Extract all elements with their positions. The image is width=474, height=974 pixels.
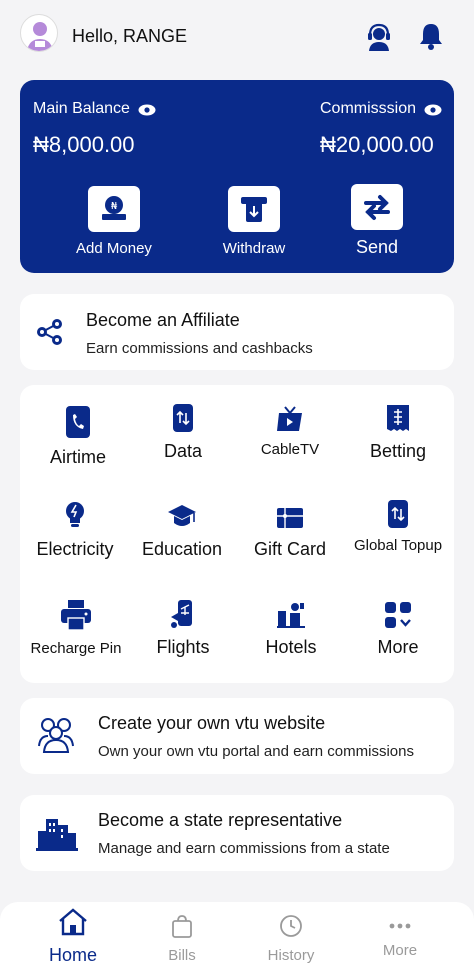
main-balance-value: ₦8,000.00 [33, 132, 135, 157]
vtu-website-title: Create your own vtu website [98, 713, 326, 733]
printer-icon [22, 597, 130, 631]
send-icon [351, 184, 403, 230]
nav-label: Home [48, 945, 97, 965]
vtu-website-card[interactable]: Create your own vtu website Own your own… [20, 698, 454, 774]
send-button[interactable]: Send [337, 184, 417, 258]
service-data[interactable]: Data [129, 401, 237, 462]
add-money-icon: ₦ [88, 186, 140, 232]
service-airtime[interactable]: Airtime [24, 403, 132, 468]
state-rep-title: Become a state representative [98, 810, 343, 830]
service-gift-card[interactable]: Gift Card [236, 499, 344, 560]
avatar[interactable] [20, 14, 58, 52]
withdraw-icon [228, 186, 280, 232]
service-recharge-pin[interactable]: Recharge Pin [22, 597, 130, 657]
service-betting[interactable]: Betting [344, 401, 452, 462]
main-balance-label: Main Balance [33, 100, 156, 118]
affiliate-title: Become an Affiliate [86, 310, 240, 330]
grid-more-icon [344, 597, 452, 629]
service-label: Gift Card [253, 539, 327, 559]
share-network-icon [36, 318, 64, 351]
service-label: Education [141, 539, 223, 559]
service-flights[interactable]: Flights [129, 597, 237, 658]
state-rep-card[interactable]: Become a state representative Manage and… [20, 795, 454, 871]
commission-value: ₦20,000.00 [320, 132, 434, 157]
support-agent-icon[interactable] [364, 22, 394, 52]
service-label: More [377, 637, 419, 657]
home-icon [23, 908, 123, 941]
service-label: Data [163, 441, 203, 461]
nav-label: Bills [168, 947, 196, 964]
nav-label: History [267, 947, 315, 964]
greeting-text: Hello, RANGE [72, 26, 188, 46]
nav-bills[interactable]: Bills [132, 914, 232, 964]
add-money-button[interactable]: ₦ Add Money [74, 186, 154, 257]
bell-icon[interactable] [416, 21, 446, 51]
betting-icon [344, 401, 452, 433]
graduation-cap-icon [128, 499, 236, 529]
services-grid: Airtime Data CableTV Betting Electricity… [20, 385, 454, 683]
withdraw-label: Withdraw [222, 240, 286, 257]
service-label: CableTV [260, 441, 320, 458]
service-education[interactable]: Education [128, 499, 236, 560]
tv-icon [236, 403, 344, 433]
nav-history[interactable]: History [241, 914, 341, 964]
dots-icon [350, 914, 450, 938]
service-label: Electricity [36, 539, 114, 559]
eye-icon[interactable] [138, 103, 156, 116]
service-label: Global Topup [353, 537, 443, 554]
phone-icon [24, 403, 132, 439]
service-label: Flights [156, 637, 210, 657]
flights-icon [129, 597, 237, 629]
users-group-icon [36, 716, 76, 759]
service-global-topup[interactable]: Global Topup [344, 497, 452, 554]
nav-label: More [382, 942, 418, 959]
svg-text:₦: ₦ [111, 201, 118, 212]
global-topup-icon [344, 497, 452, 529]
add-money-label: Add Money [76, 240, 152, 257]
bulb-icon [21, 499, 129, 529]
commission-label: Commisssion [320, 100, 442, 118]
service-more[interactable]: More [344, 597, 452, 658]
withdraw-button[interactable]: Withdraw [214, 186, 294, 257]
service-hotels[interactable]: Hotels [237, 597, 345, 658]
affiliate-subtitle: Earn commissions and cashbacks [86, 340, 313, 357]
bag-icon [132, 914, 232, 943]
state-rep-subtitle: Manage and earn commissions from a state [98, 840, 390, 857]
hotel-icon [237, 597, 345, 629]
service-label: Betting [369, 441, 427, 461]
nav-home[interactable]: Home [23, 908, 123, 966]
nav-more[interactable]: More [350, 914, 450, 959]
service-label: Recharge Pin [30, 640, 122, 657]
bottom-nav: Home Bills History More [0, 902, 474, 974]
service-cabletv[interactable]: CableTV [236, 403, 344, 458]
send-label: Send [355, 237, 399, 257]
clock-icon [241, 914, 341, 943]
service-label: Hotels [265, 637, 317, 657]
affiliate-card[interactable]: Become an Affiliate Earn commissions and… [20, 294, 454, 370]
service-electricity[interactable]: Electricity [21, 499, 129, 560]
gift-card-icon [236, 499, 344, 529]
vtu-website-subtitle: Own your own vtu portal and earn commiss… [98, 743, 414, 760]
balance-card: Main Balance ₦8,000.00 Commisssion ₦20,0… [20, 80, 454, 273]
service-label: Airtime [49, 447, 106, 467]
data-icon [129, 401, 237, 433]
city-buildings-icon [36, 813, 78, 856]
eye-icon[interactable] [424, 103, 442, 116]
header: Hello, RANGE [0, 0, 474, 74]
